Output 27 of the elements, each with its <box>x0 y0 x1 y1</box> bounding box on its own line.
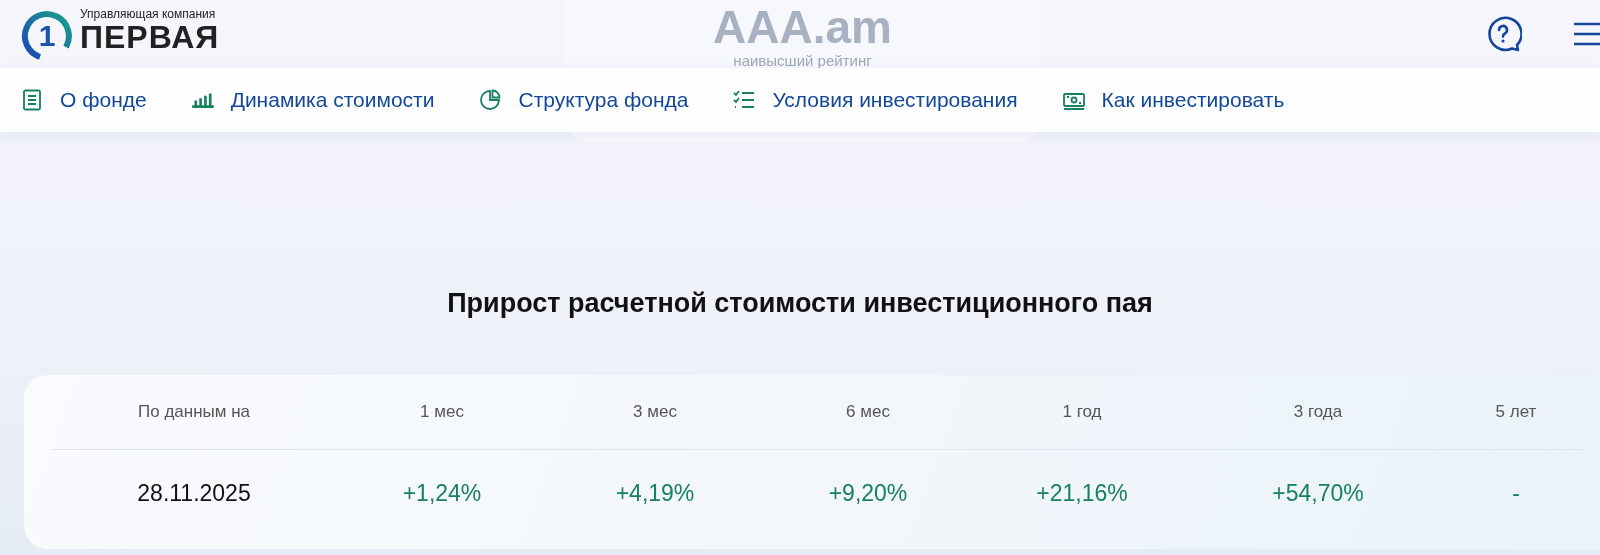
rating-caption: наивысший рейтинг <box>733 52 872 69</box>
column-header: 1 год <box>974 375 1190 450</box>
return-cell-text: +1,24% <box>401 478 483 508</box>
section-title: Прирост расчетной стоимости инвестиционного пая <box>446 288 1154 319</box>
nav-link[interactable]: Динамика стоимости <box>190 88 435 112</box>
nav-link[interactable]: Как инвестировать <box>1061 88 1285 112</box>
column-header: По данным на <box>52 375 336 450</box>
column-header: 1 мес <box>336 375 548 450</box>
nav-link[interactable]: Структура фонда <box>478 88 689 112</box>
return-cell-text: - <box>1511 478 1521 508</box>
column-header: 3 мес <box>548 375 762 450</box>
column-header: 6 мес <box>762 375 974 450</box>
return-cell-text: +21,16% <box>1035 478 1129 508</box>
date-cell-text: 28.11.2025 <box>136 478 252 508</box>
column-header: 5 лет <box>1446 375 1586 450</box>
return-cell-text: +9,20% <box>827 478 909 508</box>
pie-chart-icon <box>478 88 503 112</box>
logo-name[interactable]: ПЕРВАЯ <box>80 21 220 53</box>
document-icon <box>20 88 44 112</box>
logo-caption: Управляющая компания <box>80 7 217 21</box>
return-cell-text: +4,19% <box>614 478 696 508</box>
rating-label: AAA.am <box>713 4 892 50</box>
return-cell-text: +54,70% <box>1271 478 1365 508</box>
nav-link[interactable]: О фонде <box>20 88 147 112</box>
nav-link[interactable]: Условия инвестирования <box>732 88 1018 112</box>
logo-mark[interactable]: 1 <box>20 7 74 61</box>
column-header: 3 года <box>1190 375 1446 450</box>
